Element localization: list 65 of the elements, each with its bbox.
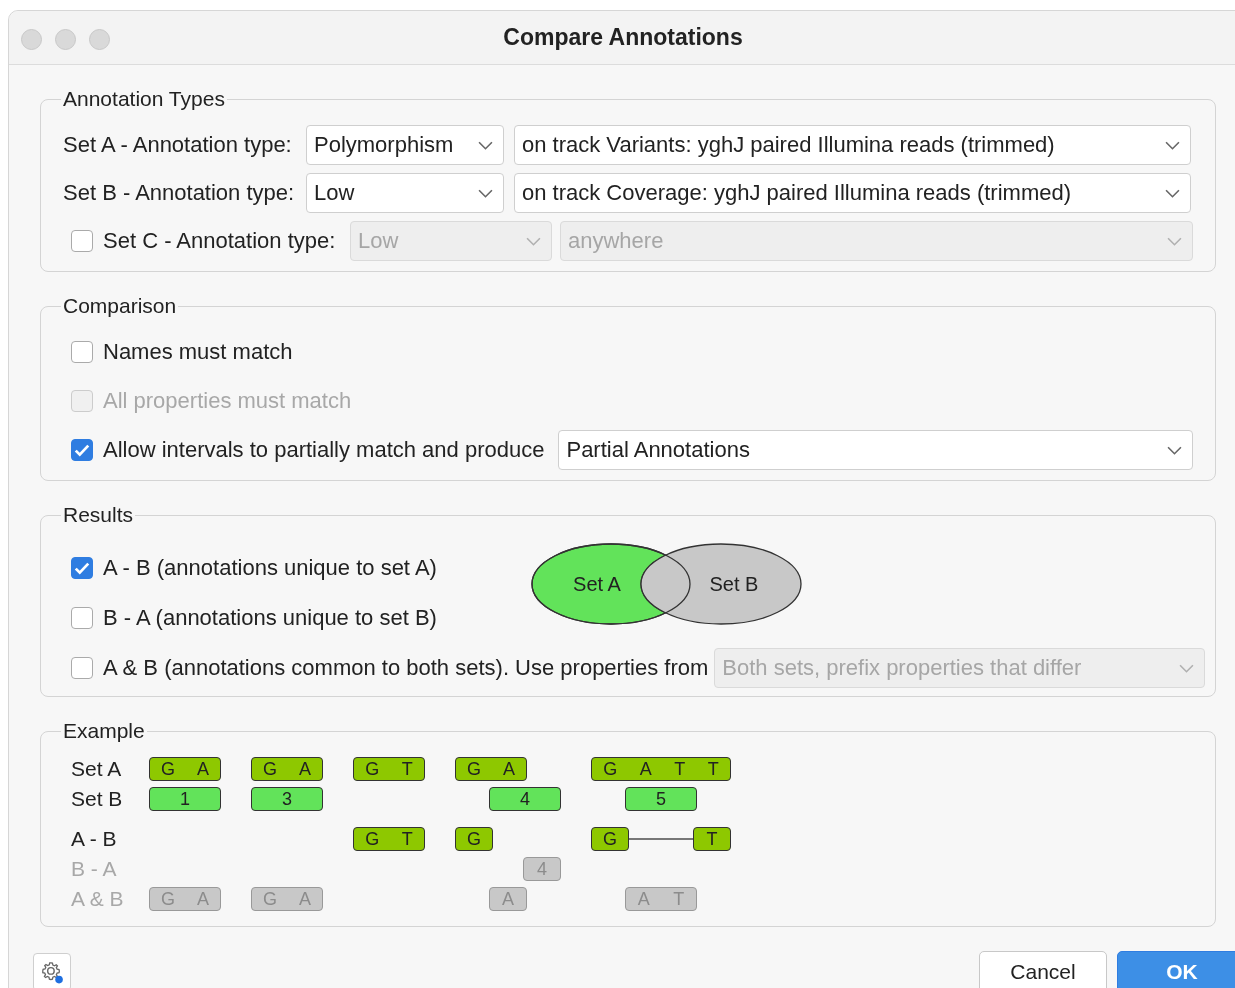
group-title: Results xyxy=(62,503,135,527)
venn-label: Set B xyxy=(709,573,759,595)
field-label: Set A - Annotation type: xyxy=(63,132,293,158)
checkbox[interactable] xyxy=(71,607,93,629)
connector-line xyxy=(629,838,693,840)
track-dropdown[interactable]: on track Coverage: yghJ paired Illumina reads (trimmed) xyxy=(514,173,1191,213)
chevron-icon xyxy=(1167,236,1182,246)
group-title: Comparison xyxy=(62,294,178,318)
venn-label: Set A xyxy=(573,573,621,595)
greyed-interval: G A xyxy=(251,887,323,911)
checkbox-label: Names must match xyxy=(103,339,293,365)
close-button[interactable] xyxy=(21,29,42,50)
chevron-icon xyxy=(478,188,493,198)
row-label: B - A xyxy=(71,857,118,881)
set-a-interval: T xyxy=(693,827,731,851)
greyed-interval: G A xyxy=(149,887,221,911)
checkbox-label: A - B (annotations unique to set A) xyxy=(103,555,437,581)
chevron-icon xyxy=(1179,663,1194,673)
set-b-interval: 5 xyxy=(625,787,697,811)
set-a-interval: G T xyxy=(353,757,425,781)
field-label: Set B - Annotation type: xyxy=(63,180,296,206)
row-label: A & B xyxy=(71,887,125,911)
chevron-icon xyxy=(1167,445,1182,455)
dropdown[interactable]: Partial Annotations xyxy=(558,430,1193,470)
checkbox[interactable] xyxy=(71,657,93,679)
cancel-button[interactable]: Cancel xyxy=(979,951,1107,988)
field-label: Set C - Annotation type: xyxy=(103,228,337,254)
set-a-interval: G A xyxy=(149,757,221,781)
set-a-interval: G xyxy=(591,827,629,851)
row-label: Set B xyxy=(71,787,124,811)
type-dropdown[interactable]: Polymorphism xyxy=(306,125,504,165)
greyed-interval: A xyxy=(489,887,527,911)
checkbox[interactable] xyxy=(71,230,93,252)
minimize-button[interactable] xyxy=(55,29,76,50)
chevron-icon xyxy=(1165,188,1180,198)
checkbox[interactable] xyxy=(71,557,93,579)
set-a-interval: G A xyxy=(251,757,323,781)
set-b-interval: 4 xyxy=(489,787,561,811)
set-b-interval: 1 xyxy=(149,787,221,811)
checkbox[interactable] xyxy=(71,341,93,363)
checkbox-label: Allow intervals to partially match and produce xyxy=(103,437,545,463)
zoom-button[interactable] xyxy=(89,29,110,50)
checkbox[interactable] xyxy=(71,439,93,461)
set-a-interval: G A T T xyxy=(591,757,731,781)
greyed-interval: A T xyxy=(625,887,697,911)
settings-button[interactable] xyxy=(33,953,71,988)
checkbox-label: All properties must match xyxy=(103,388,352,414)
settings-icon xyxy=(39,959,65,985)
checkbox-label: A & B (annotations common to both sets). Use properties from xyxy=(103,655,709,681)
group-title: Example xyxy=(62,719,146,743)
set-a-interval: G xyxy=(455,827,493,851)
set-b-interval: 3 xyxy=(251,787,323,811)
row-label: Set A xyxy=(71,757,123,781)
row-label: A - B xyxy=(71,827,118,851)
chevron-icon xyxy=(478,140,493,150)
chevron-icon xyxy=(526,236,541,246)
chevron-icon xyxy=(1165,140,1180,150)
type-dropdown[interactable]: Low xyxy=(306,173,504,213)
set-a-interval: G T xyxy=(353,827,425,851)
set-a-interval: G A xyxy=(455,757,527,781)
checkbox-label: B - A (annotations unique to set B) xyxy=(103,605,437,631)
track-dropdown[interactable]: on track Variants: yghJ paired Illumina reads (trimmed) xyxy=(514,125,1191,165)
group-title: Annotation Types xyxy=(62,87,226,111)
window-title: Compare Annotations xyxy=(503,24,743,51)
greyed-interval: 4 xyxy=(523,857,561,881)
